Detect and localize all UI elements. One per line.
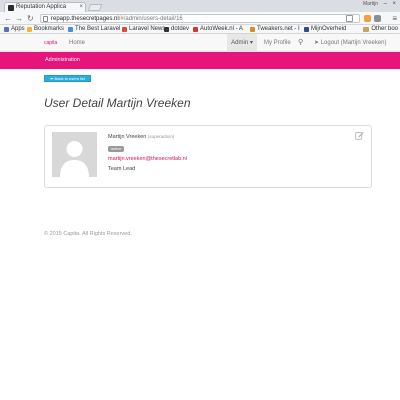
bookmark-mijnoverheid[interactable]: MijnOverheid — [304, 25, 346, 33]
user-email-link[interactable]: martijn.vreeken@thesecretlab.nl — [108, 156, 187, 162]
nav-home[interactable]: Home — [69, 34, 85, 52]
profile-label[interactable]: Martijn — [363, 0, 378, 8]
bookmark-label: The Best Laravel — [75, 26, 121, 32]
bookmark-bookmarks[interactable]: Bookmarks — [27, 25, 64, 33]
bookmark-label: Apps — [11, 26, 25, 32]
user-name: Martijn Vreeken (superadmin) — [108, 134, 174, 140]
site-favicon-icon — [68, 26, 73, 32]
bookmark-star-icon[interactable] — [346, 15, 353, 22]
close-window-icon[interactable]: × — [392, 0, 396, 8]
edit-icon[interactable] — [355, 131, 364, 140]
bookmark-best-laravel[interactable]: The Best Laravel — [68, 25, 120, 33]
page-info-icon[interactable] — [43, 16, 48, 22]
bookmark-other[interactable]: Other boo — [363, 25, 398, 33]
bookmark-label: Laravel News — [129, 26, 166, 32]
status-badge: active — [108, 146, 125, 152]
bookmark-label: dotdev — [171, 26, 190, 32]
search-icon[interactable]: ⚲ — [298, 34, 303, 52]
bookmark-laravel-news[interactable]: Laravel News — [122, 25, 165, 33]
forward-arrow-icon[interactable]: → — [15, 13, 23, 24]
url-host: repapp.thesecretpages.nl — [51, 16, 119, 22]
minimize-icon[interactable]: – — [384, 0, 387, 8]
user-full-name: Martijn Vreeken — [108, 134, 147, 140]
tab-title: Reputation Applica — [16, 4, 67, 10]
user-detail-card: Martijn Vreeken (superadmin) active mart… — [44, 125, 372, 188]
extension-icon[interactable] — [374, 15, 381, 22]
site-favicon-icon — [193, 26, 198, 32]
bookmark-label: Other boo — [371, 26, 398, 32]
new-tab-button[interactable] — [87, 4, 103, 11]
nav-my-profile[interactable]: My Profile — [264, 34, 291, 52]
site-favicon-icon — [164, 26, 169, 32]
back-to-users-button[interactable]: ⬅ Back to users list — [44, 75, 91, 82]
bookmark-tweakers[interactable]: Tweakers.net - I — [250, 25, 300, 33]
apps-grid-icon — [4, 26, 9, 32]
admin-bar: Administration — [0, 52, 400, 69]
site-favicon-icon — [122, 26, 127, 32]
bookmark-label: Tweakers.net - I — [257, 26, 300, 32]
back-arrow-icon[interactable]: ← — [4, 13, 12, 24]
bookmark-label: AutoWeek.nl - A — [200, 26, 243, 32]
folder-icon — [363, 26, 370, 32]
browser-tab[interactable]: Reputation Applica × — [4, 2, 86, 12]
bookmark-autoweek[interactable]: AutoWeek.nl - A — [193, 25, 243, 33]
site-favicon-icon — [250, 26, 255, 32]
bookmarks-bar: Apps Bookmarks The Best Laravel Laravel … — [0, 25, 400, 34]
logout-icon: ➤ — [314, 40, 320, 46]
browser-toolbar: ← → ↻ repapp.thesecretpages.nl/#/admin/u… — [0, 12, 400, 25]
bookmark-dotdev[interactable]: dotdev — [164, 25, 189, 33]
nav-admin-dropdown[interactable]: Admin ▾ — [227, 34, 257, 51]
reload-icon[interactable]: ↻ — [27, 13, 34, 24]
bookmark-label: Bookmarks — [34, 26, 65, 32]
user-silhouette-icon — [52, 132, 97, 177]
bookmark-apps[interactable]: Apps — [4, 25, 25, 33]
rss-extension-icon[interactable] — [364, 15, 371, 22]
tab-close-icon[interactable]: × — [79, 3, 83, 12]
bookmark-label: MijnOverheid — [311, 26, 347, 32]
site-favicon-icon — [304, 26, 309, 32]
logout-label: Logout (Martijn Vreeken) — [320, 40, 387, 46]
page-title: User Detail Martijn Vreeken — [44, 96, 191, 110]
app-navbar: capita Home Admin ▾ My Profile ⚲ ➤ Logou… — [0, 34, 400, 52]
browser-tabstrip: Reputation Applica × Martijn – × — [0, 0, 400, 12]
admin-bar-title[interactable]: Administration — [45, 57, 80, 63]
browser-menu-icon[interactable]: ≡ — [392, 14, 397, 23]
url-path: /#/admin/users-detail/16 — [118, 16, 183, 22]
avatar — [52, 132, 97, 177]
brand-logo[interactable]: capita — [44, 34, 57, 52]
nav-logout[interactable]: ➤ Logout (Martijn Vreeken) — [314, 34, 387, 52]
address-bar[interactable]: repapp.thesecretpages.nl/#/admin/users-d… — [40, 14, 360, 23]
tab-favicon-icon — [8, 5, 14, 11]
user-handle: (superadmin) — [147, 134, 175, 139]
footer-copyright: © 2015 Capita. All Rights Reserved. — [44, 231, 132, 237]
user-role: Team Lead — [108, 166, 136, 172]
star-icon — [27, 26, 32, 32]
